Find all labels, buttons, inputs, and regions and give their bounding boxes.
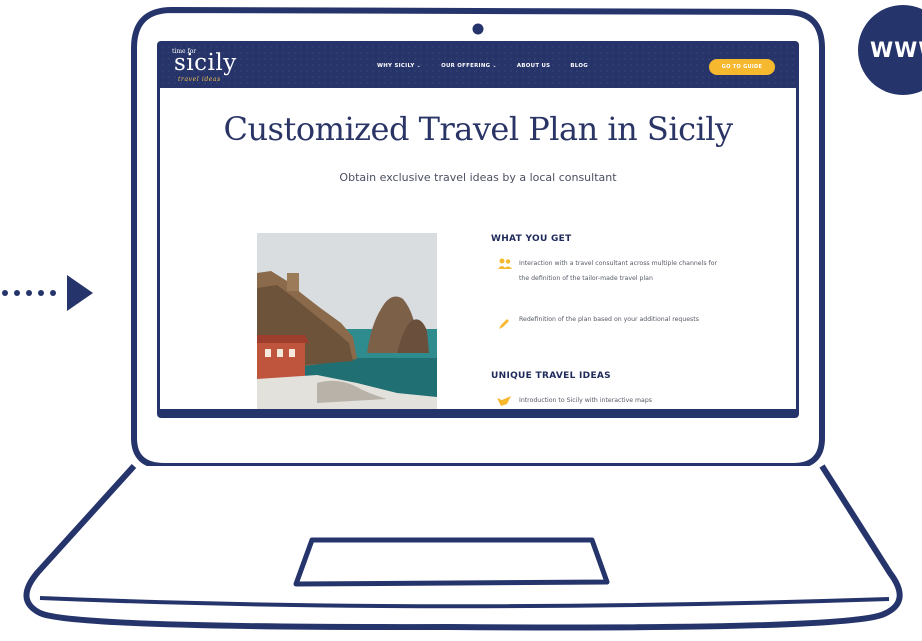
nav-item-about-us[interactable]: ABOUT US [517,63,550,69]
what-you-get-heading: WHAT YOU GET [491,234,572,244]
map-icon [497,396,511,406]
logo-tagline-bottom: travel ideas [178,76,221,83]
site-logo[interactable]: sicily [174,50,237,76]
dotted-arrow-icon [2,275,93,311]
nav-item-blog[interactable]: BLOG [570,63,588,69]
pencil-icon [499,319,509,329]
website-screen: time for sicily travel ideas WHY SICILY ⌄… [160,44,796,409]
chevron-down-icon: ⌄ [492,63,497,69]
main-menu: WHY SICILY ⌄ OUR OFFERING ⌄ ABOUT US BLOG [377,63,588,69]
feature-text-consultant: Interaction with a travel consultant acr… [519,260,718,282]
unique-travel-ideas-heading: UNIQUE TRAVEL IDEAS [491,371,611,381]
page-subtitle: Obtain exclusive travel ideas by a local… [339,171,617,184]
chevron-down-icon: ⌄ [416,63,422,69]
nav-item-our-offering[interactable]: OUR OFFERING ⌄ [441,63,497,69]
page-title: Customized Travel Plan in Sicily [223,110,733,148]
feature-text-redefinition: Redefinition of the plan based on your a… [519,316,699,323]
go-to-guide-button[interactable]: GO TO GUIDE [709,59,775,75]
nav-item-why-sicily[interactable]: WHY SICILY ⌄ [377,63,421,69]
people-icon [498,258,512,269]
site-navbar: time for sicily travel ideas WHY SICILY ⌄… [160,44,796,88]
feature-text-interactive-maps: Introduction to Sicily with interactive … [519,397,652,404]
www-badge-text: WWW [870,38,922,62]
sicily-coast-photo [257,233,437,409]
